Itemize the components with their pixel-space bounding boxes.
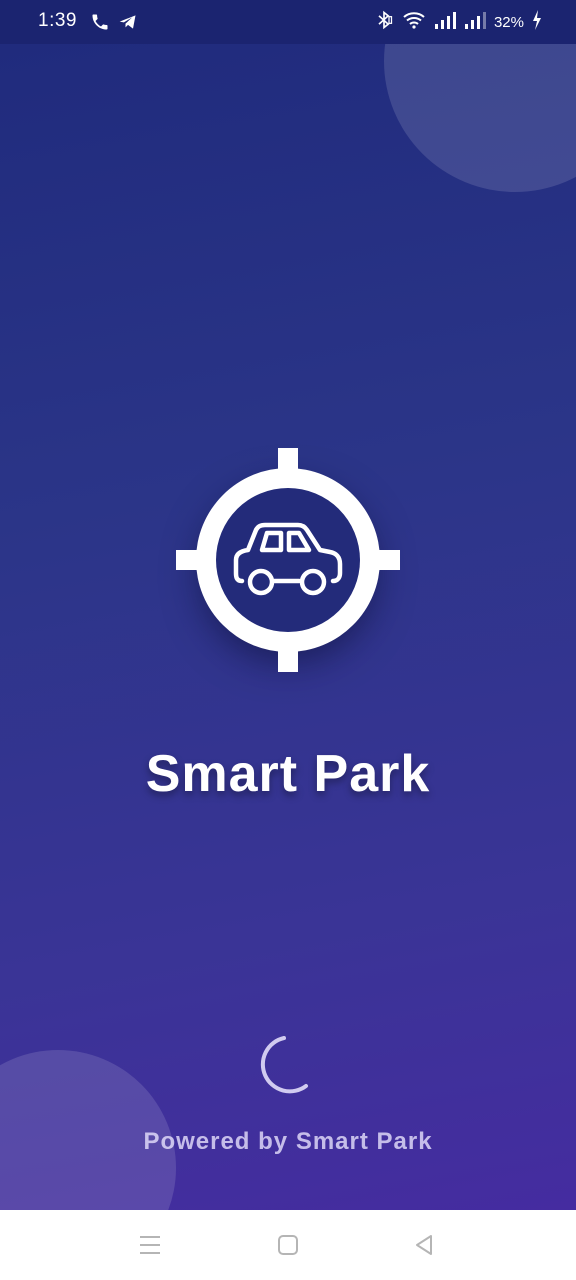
car-target-icon <box>176 448 400 672</box>
battery-percent: 32% <box>493 13 524 31</box>
splash-screen: 1:39 32% Smart Park Powered by Smart Par… <box>0 0 576 1210</box>
signal-icon <box>464 11 486 34</box>
signal-icon <box>434 11 456 34</box>
wifi-icon <box>402 10 426 35</box>
back-icon[interactable] <box>407 1228 441 1262</box>
status-time: 1:39 <box>38 10 77 31</box>
phone-icon <box>90 12 110 37</box>
home-icon[interactable] <box>271 1228 305 1262</box>
charging-icon <box>532 9 542 35</box>
telegram-icon <box>117 12 139 37</box>
powered-by-text: Powered by Smart Park <box>143 1128 433 1155</box>
app-title: Smart Park <box>145 745 431 803</box>
menu-icon[interactable] <box>133 1228 167 1262</box>
status-bar: 1:39 32% <box>0 0 576 44</box>
bluetooth-icon <box>374 10 394 35</box>
spinner-icon <box>260 1036 308 1094</box>
navigation-bar <box>0 1210 576 1280</box>
